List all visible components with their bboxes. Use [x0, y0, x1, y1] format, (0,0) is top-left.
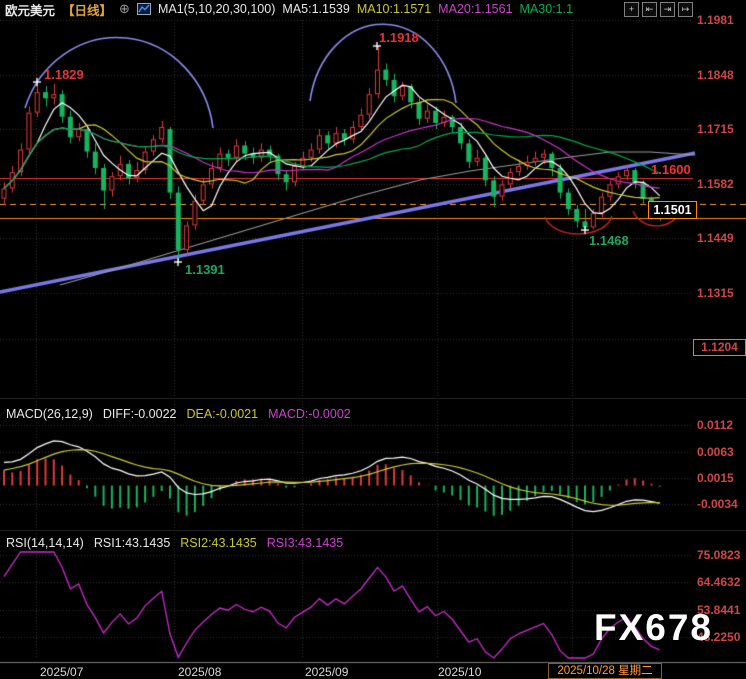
shift-right-icon[interactable]: ↦ [678, 2, 693, 17]
extreme-price-label: 1.1918 [379, 30, 419, 45]
axis-boxed-label: 1.1204 [693, 339, 746, 356]
scale-left-icon[interactable]: ⇤ [642, 2, 657, 17]
rsi-params-label: RSI(14,14,14) [6, 536, 84, 550]
ma30-value: MA30:1.1 [520, 2, 574, 16]
pan-icon[interactable]: + [624, 2, 639, 17]
macd-axis-label: 0.0112 [697, 418, 733, 432]
chart-canvas[interactable] [0, 0, 746, 679]
chart-toolbar: +⇤⇥↦ [624, 2, 693, 17]
ma-settings-label: MA1(5,10,20,30,100) [158, 2, 275, 16]
price-axis-label: 1.1715 [697, 122, 734, 136]
extreme-price-label: 1.1468 [589, 233, 629, 248]
chart-header: 欧元美元 【日线】 ⊕ MA1(5,10,20,30,100) MA5:1.15… [5, 1, 573, 17]
rsi-axis-label: 75.0823 [697, 548, 740, 562]
add-indicator-icon[interactable]: ⊕ [119, 1, 130, 17]
date-axis-label: 2025/09 [305, 665, 348, 679]
scale-right-icon[interactable]: ⇥ [660, 2, 675, 17]
macd-axis-label: 0.0015 [697, 471, 734, 485]
macd-axis-label: -0.0034 [697, 497, 738, 511]
price-axis-label: 1.1449 [697, 231, 734, 245]
rsi-header: RSI(14,14,14) RSI1:43.1435 RSI2:43.1435 … [6, 536, 343, 550]
macd-header: MACD(26,12,9) DIFF:-0.0022 DEA:-0.0021 M… [6, 407, 351, 421]
ma5-value: MA5:1.1539 [282, 2, 349, 16]
price-axis-label: 1.1582 [697, 177, 734, 191]
price-axis-label: 1.1315 [697, 286, 734, 300]
chart-style-icon[interactable] [137, 3, 151, 15]
date-axis-label: 2025/08 [178, 665, 221, 679]
price-axis-label: 1.1848 [697, 68, 734, 82]
rsi3-value: RSI3:43.1435 [267, 536, 343, 550]
date-axis-label: 2025/07 [40, 665, 83, 679]
date-axis-label: 2025/10 [438, 665, 481, 679]
macd-dea-value: DEA:-0.0021 [186, 407, 258, 421]
macd-diff-value: DIFF:-0.0022 [103, 407, 177, 421]
level-price-label: 1.1600 [651, 162, 691, 177]
symbol-title: 欧元美元 [5, 0, 55, 19]
extreme-price-label: 1.1391 [185, 262, 225, 277]
current-price-tag: 1.1501 [648, 201, 697, 219]
rsi1-value: RSI1:43.1435 [94, 536, 170, 550]
period-tag: 【日线】 [62, 0, 112, 19]
watermark: FX678 [594, 607, 713, 649]
ma20-value: MA20:1.1561 [438, 2, 512, 16]
trading-chart-app: 欧元美元 【日线】 ⊕ MA1(5,10,20,30,100) MA5:1.15… [0, 0, 746, 679]
macd-axis-label: 0.0063 [697, 445, 734, 459]
macd-hist-value: MACD:-0.0002 [268, 407, 351, 421]
extreme-price-label: 1.1829 [44, 67, 84, 82]
rsi2-value: RSI2:43.1435 [180, 536, 256, 550]
ma10-value: MA10:1.1571 [357, 2, 431, 16]
current-date-label: 2025/10/28 星期二 [548, 663, 662, 679]
macd-params-label: MACD(26,12,9) [6, 407, 93, 421]
price-axis-label: 1.1981 [697, 13, 734, 27]
rsi-axis-label: 64.4632 [697, 575, 740, 589]
